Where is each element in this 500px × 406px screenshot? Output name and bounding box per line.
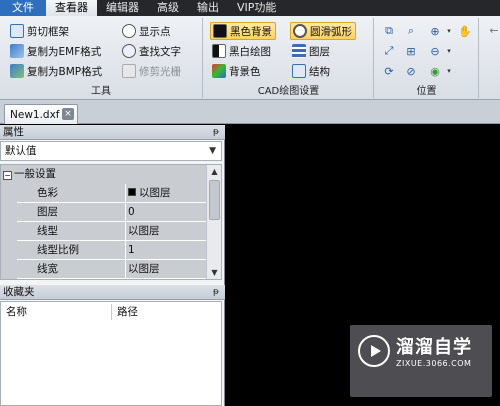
scroll-up-icon[interactable]: ▲ (207, 165, 221, 178)
zoom-in-dropdown-icon[interactable]: ▾ (441, 23, 457, 39)
ribbon: 剪切框架 复制为EMF格式 复制为BMP格式 显示点 查找文字 修剪光栅 工具 … (0, 16, 500, 100)
column-header-path[interactable]: 路径 (117, 304, 138, 319)
favorites-list[interactable]: 名称 路径 (0, 301, 222, 406)
watermark-url: ZIXUE.3066.COM (396, 359, 472, 368)
collapse-icon[interactable]: − (3, 171, 12, 180)
pin-icon[interactable]: ᵽ (213, 285, 219, 299)
show-points-icon (122, 24, 136, 38)
copy-bmp-icon (10, 64, 24, 78)
property-value[interactable]: 以图层 (125, 260, 206, 278)
rotate-view-icon[interactable]: ⟳ (381, 63, 397, 79)
ribbon-group-tools-title: 工具 (91, 86, 111, 97)
property-grid: − 一般设置 色彩 以图层 图层 0 线型 以图层 线型比例 1 线宽 以图层 … (0, 164, 222, 280)
smooth-arc-button[interactable]: 圆滑弧形 (290, 22, 356, 40)
pin-icon[interactable]: ᵽ (213, 125, 219, 139)
trim-raster-button: 修剪光栅 (122, 62, 181, 80)
left-panel: 属性 ᵽ 默认值 ▼ − 一般设置 色彩 以图层 图层 0 线型 以图层 线型比… (0, 125, 225, 406)
clip-frame-button[interactable]: 剪切框架 (10, 22, 69, 40)
scroll-thumb[interactable] (209, 180, 220, 220)
black-background-icon (213, 24, 227, 38)
property-row-linetype-scale[interactable]: 线型比例 1 (1, 241, 206, 260)
copy-emf-button[interactable]: 复制为EMF格式 (10, 42, 101, 60)
bw-drawing-button[interactable]: 黑白绘图 (212, 42, 271, 60)
watermark: 溜溜自学 ZIXUE.3066.COM (350, 325, 492, 397)
layers-icon (292, 44, 306, 58)
menu-tab-advanced[interactable]: 高级 (148, 0, 188, 16)
pan-window-icon[interactable]: ⧉ (381, 23, 397, 39)
background-color-button[interactable]: 背景色 (212, 62, 261, 80)
favorites-panel-title: 收藏夹 ᵽ (0, 285, 225, 300)
column-divider[interactable] (111, 304, 112, 320)
black-background-button[interactable]: 黑色背景 (210, 22, 276, 40)
zoom-out-dropdown-icon[interactable]: ▾ (441, 43, 457, 59)
show-points-button[interactable]: 显示点 (122, 22, 171, 40)
ribbon-group-tools: 剪切框架 复制为EMF格式 复制为BMP格式 显示点 查找文字 修剪光栅 工具 (0, 18, 203, 98)
zoom-previous-icon[interactable]: ⊘ (403, 63, 419, 79)
background-color-icon (212, 64, 226, 78)
menu-tab-vip[interactable]: VIP功能 (228, 0, 285, 16)
zoom-window-icon[interactable]: ⌕ (403, 23, 419, 39)
zoom-extents-icon[interactable]: ⊞ (403, 43, 419, 59)
property-name: 线宽 (17, 260, 125, 278)
play-logo-icon (358, 335, 390, 367)
property-row-color[interactable]: 色彩 以图层 (1, 184, 206, 203)
smooth-arc-icon (293, 24, 307, 38)
menu-tab-editor[interactable]: 编辑器 (97, 0, 148, 16)
ribbon-group-cad-settings-title: CAD绘图设置 (257, 86, 320, 97)
property-value[interactable]: 以图层 (125, 222, 206, 240)
back-arrow-icon[interactable]: ← (486, 22, 500, 38)
fit-drawing-icon[interactable]: ⤢ (381, 43, 397, 59)
property-name: 图层 (17, 203, 125, 221)
navigate-dropdown-icon[interactable]: ▾ (441, 63, 457, 79)
trim-raster-icon (122, 64, 136, 78)
app-window: 文件 查看器 编辑器 高级 输出 VIP功能 剪切框架 复制为EMF格式 复制为… (0, 0, 500, 406)
property-name: 线型比例 (17, 241, 125, 259)
clip-frame-icon (10, 24, 24, 38)
menu-tab-viewer[interactable]: 查看器 (46, 0, 97, 16)
watermark-brand: 溜溜自学 (396, 337, 472, 358)
scroll-down-icon[interactable]: ▼ (207, 266, 221, 279)
find-text-icon (122, 44, 136, 58)
property-value[interactable]: 1 (125, 241, 206, 259)
property-value[interactable]: 以图层 (125, 184, 206, 202)
properties-panel-title: 属性 ᵽ (0, 125, 225, 140)
column-header-name[interactable]: 名称 (6, 304, 27, 319)
bw-drawing-icon (212, 44, 226, 58)
copy-bmp-button[interactable]: 复制为BMP格式 (10, 62, 102, 80)
property-group-general[interactable]: − 一般设置 (1, 165, 206, 184)
property-row-linetype[interactable]: 线型 以图层 (1, 222, 206, 241)
document-tab[interactable]: New1.dxf × (4, 104, 78, 124)
structure-icon (292, 64, 306, 78)
pan-hand-icon[interactable]: ✋ (457, 23, 473, 39)
chevron-down-icon[interactable]: ▼ (209, 142, 216, 160)
copy-emf-icon (10, 44, 24, 58)
find-text-button[interactable]: 查找文字 (122, 42, 181, 60)
properties-object-select[interactable]: 默认值 ▼ (0, 141, 222, 161)
property-row-layer[interactable]: 图层 0 (1, 203, 206, 222)
property-name: 色彩 (17, 184, 125, 202)
property-name: 线型 (17, 222, 125, 240)
ribbon-group-position-title: 位置 (416, 86, 437, 97)
structure-button[interactable]: 结构 (292, 62, 330, 80)
menu-tab-file[interactable]: 文件 (0, 0, 46, 16)
property-row-lineweight[interactable]: 线宽 以图层 (1, 260, 206, 279)
ribbon-group-position: ⧉ ⌕ ⊕ ▾ ✋ ⤢ ⊞ ⊖ ▾ ⟳ ⊘ ◉ ▾ 位置 (375, 18, 479, 98)
ribbon-group-cad-settings: 黑色背景 黑白绘图 背景色 圆滑弧形 图层 结构 CAD绘图设置 (204, 18, 374, 98)
property-grid-scrollbar[interactable]: ▲ ▼ (206, 165, 221, 279)
menu-bar: 文件 查看器 编辑器 高级 输出 VIP功能 (0, 0, 500, 16)
document-tab-strip: New1.dxf × (0, 100, 500, 124)
layers-button[interactable]: 图层 (292, 42, 330, 60)
close-icon[interactable]: × (62, 108, 74, 120)
document-tab-label: New1.dxf (10, 108, 60, 121)
menu-tab-output[interactable]: 输出 (188, 0, 228, 16)
property-value[interactable]: 0 (125, 203, 206, 221)
color-swatch-icon (128, 188, 136, 196)
